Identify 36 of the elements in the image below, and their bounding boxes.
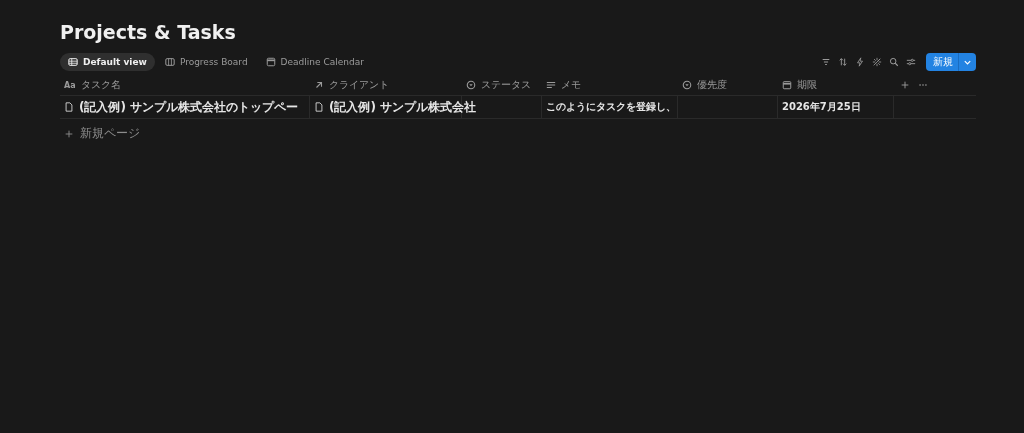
sparkle-icon[interactable] (872, 57, 882, 67)
column-icon: Aa (64, 80, 76, 90)
calendar-icon (265, 57, 276, 67)
page-icon (314, 102, 324, 112)
page-icon (64, 102, 74, 112)
table-cell: (記入例) サンプル株式会社 (329, 98, 477, 116)
view-tab[interactable]: Default view (60, 53, 155, 71)
text-lines-icon (546, 80, 556, 90)
filter-icon[interactable] (821, 57, 831, 67)
column-header[interactable]: クライアント (329, 78, 389, 92)
page-title: Projects & Tasks (60, 20, 237, 45)
plus-icon[interactable] (900, 80, 910, 90)
view-tab[interactable]: Progress Board (156, 53, 256, 71)
view-tab[interactable]: Deadline Calendar (257, 53, 372, 71)
status-icon (466, 80, 476, 90)
new-button[interactable]: 新規 (926, 53, 958, 71)
new-page-button[interactable]: 新規ページ (60, 119, 976, 148)
search-icon[interactable] (889, 57, 899, 67)
status-icon (682, 80, 692, 90)
table-cell: 2026年7月25日 (782, 100, 861, 114)
column-header[interactable]: 期限 (797, 78, 817, 92)
columns-icon (164, 57, 175, 67)
column-header[interactable]: メモ (561, 78, 581, 92)
calendar-icon (782, 80, 792, 90)
dropdown-button[interactable] (958, 53, 976, 71)
sort-icon[interactable] (838, 57, 848, 67)
column-header[interactable]: 優先度 (697, 78, 727, 92)
table-cell[interactable]: (記入例) サンプル株式会社のトップペー (79, 98, 299, 116)
table-cell: このようにタスクを登録し、 (546, 100, 676, 114)
arrow-icon (314, 80, 324, 90)
column-header[interactable]: ステータス (481, 78, 531, 92)
settings-icon[interactable] (906, 57, 916, 67)
plus-icon (64, 128, 74, 139)
lightning-icon[interactable] (855, 57, 865, 67)
table-icon (68, 57, 78, 67)
column-header[interactable]: タスク名 (80, 78, 121, 92)
